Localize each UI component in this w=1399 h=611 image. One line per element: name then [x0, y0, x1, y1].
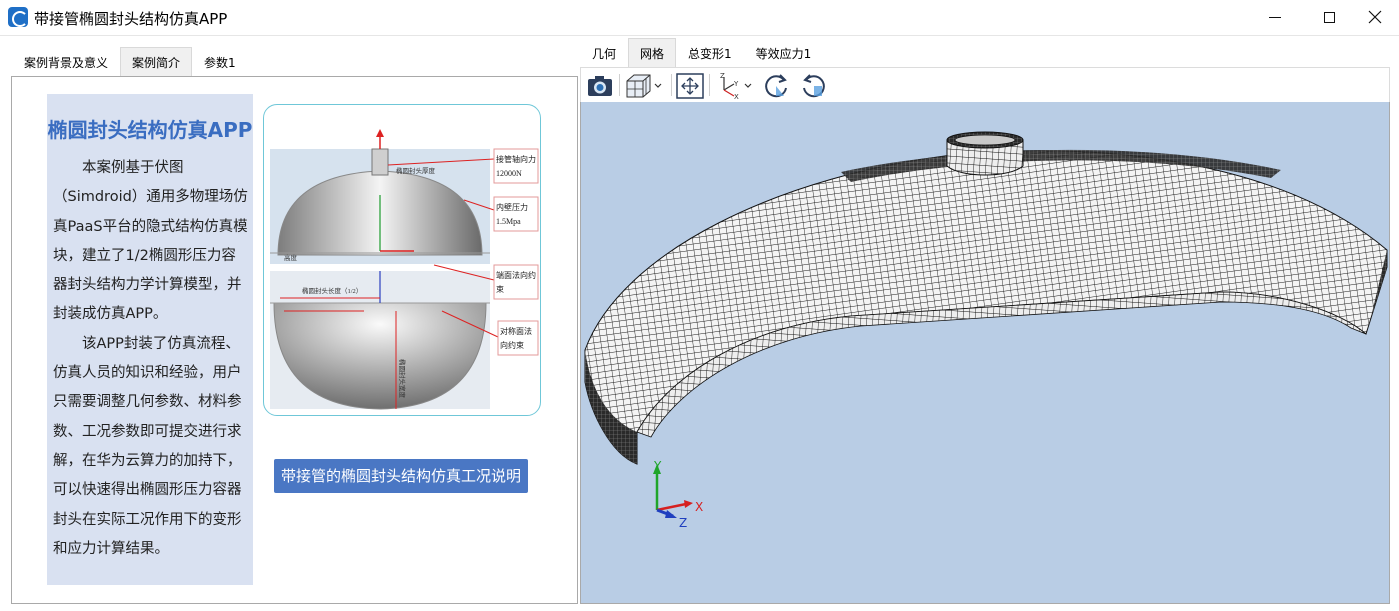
tab-total-deformation[interactable]: 总变形1 — [676, 38, 744, 68]
label-length: 椭圆封头长度（1/2） — [302, 286, 362, 295]
axes-orientation-icon: Z Y X — [720, 72, 752, 100]
label-thickness: 椭圆封头厚度 — [396, 166, 436, 175]
intro-paragraph-1: 本案例基于伏图（Simdroid）通用多物理场仿真PaaS平台的隐式结构仿真模块… — [53, 160, 248, 323]
label-symmetry-1: 对称面法 — [500, 326, 532, 336]
tab-params1[interactable]: 参数1 — [192, 47, 248, 77]
tab-case-intro[interactable]: 案例简介 — [120, 47, 193, 77]
minimize-icon — [1269, 16, 1281, 18]
label-axial-force-2: 12000N — [496, 169, 522, 178]
tab-background[interactable]: 案例背景及意义 — [12, 47, 120, 77]
card-title: 椭圆封头结构仿真APP — [47, 118, 253, 142]
label-pressure-1: 内壁压力 — [496, 202, 528, 212]
title-divider — [0, 35, 1399, 36]
viewer-toolbar: Z Y X — [580, 67, 1390, 102]
svg-text:Z: Z — [720, 72, 725, 80]
axes-orientation-button[interactable]: Z Y X — [713, 71, 755, 100]
window-title: 带接管椭圆封头结构仿真APP — [34, 10, 228, 28]
minimize-button[interactable] — [1252, 0, 1298, 34]
label-end-constraint-1: 端面法向约 — [496, 270, 536, 280]
rotate-cw-button[interactable] — [761, 71, 791, 100]
triad-x-label: X — [695, 500, 703, 514]
title-bar: 带接管椭圆封头结构仿真APP — [0, 0, 1399, 34]
elliptical-head-mesh — [584, 131, 1388, 465]
tab-mesh[interactable]: 网格 — [628, 38, 677, 68]
rotate-cw-icon — [765, 73, 787, 97]
right-tab-bar: 几何 网格 总变形1 等效应力1 — [580, 38, 823, 68]
fit-view-icon — [676, 72, 704, 99]
maximize-icon — [1323, 11, 1335, 23]
triad-z-label: Z — [679, 516, 687, 530]
app-logo-icon — [8, 7, 28, 27]
tab-geometry[interactable]: 几何 — [580, 38, 628, 68]
axis-triad: Y X Z — [653, 459, 703, 530]
svg-text:Y: Y — [733, 80, 739, 88]
close-icon — [1368, 10, 1382, 24]
close-button[interactable] — [1352, 0, 1398, 34]
view-cube-icon — [626, 74, 662, 97]
tab-equivalent-stress[interactable]: 等效应力1 — [744, 38, 824, 68]
maximize-button[interactable] — [1306, 0, 1352, 34]
label-height: 高度 — [284, 253, 298, 262]
rotate-ccw-button[interactable] — [799, 71, 829, 100]
screenshot-button[interactable] — [585, 71, 615, 100]
view-cube-button[interactable] — [623, 71, 665, 100]
card-body: 本案例基于伏图（Simdroid）通用多物理场仿真PaaS平台的隐式结构仿真模块… — [53, 154, 249, 564]
case-intro-panel: 椭圆封头结构仿真APP 本案例基于伏图（Simdroid）通用多物理场仿真Paa… — [11, 76, 578, 604]
case-description-button[interactable]: 带接管的椭圆封头结构仿真工况说明 — [274, 459, 528, 493]
label-pressure-2: 1.5Mpa — [496, 217, 521, 226]
label-axial-force-1: 接管轴向力 — [496, 154, 536, 164]
fit-view-button[interactable] — [675, 71, 705, 100]
triad-y-label: Y — [653, 459, 662, 473]
intro-card: 椭圆封头结构仿真APP 本案例基于伏图（Simdroid）通用多物理场仿真Paa… — [47, 94, 253, 585]
rotate-ccw-icon — [803, 73, 825, 97]
svg-text:X: X — [734, 93, 739, 100]
mesh-viewport[interactable]: Y X Z — [580, 102, 1390, 604]
camera-icon — [588, 75, 612, 96]
load-diagram: 椭圆封头厚度 接管轴向力 12000N 内壁压力 1.5Mpa 高度 端面法向约… — [263, 104, 541, 416]
label-end-constraint-2: 束 — [496, 285, 504, 294]
label-symmetry-2: 向约束 — [500, 340, 524, 350]
left-tab-bar: 案例背景及意义 案例简介 参数1 — [12, 47, 248, 77]
intro-paragraph-2: 该APP封装了仿真流程、仿真人员的知识和经验，用户只需要调整几何参数、材料参数、… — [53, 335, 242, 557]
nozzle-shape — [371, 148, 389, 176]
label-width: 椭圆封头宽度 — [398, 359, 407, 399]
